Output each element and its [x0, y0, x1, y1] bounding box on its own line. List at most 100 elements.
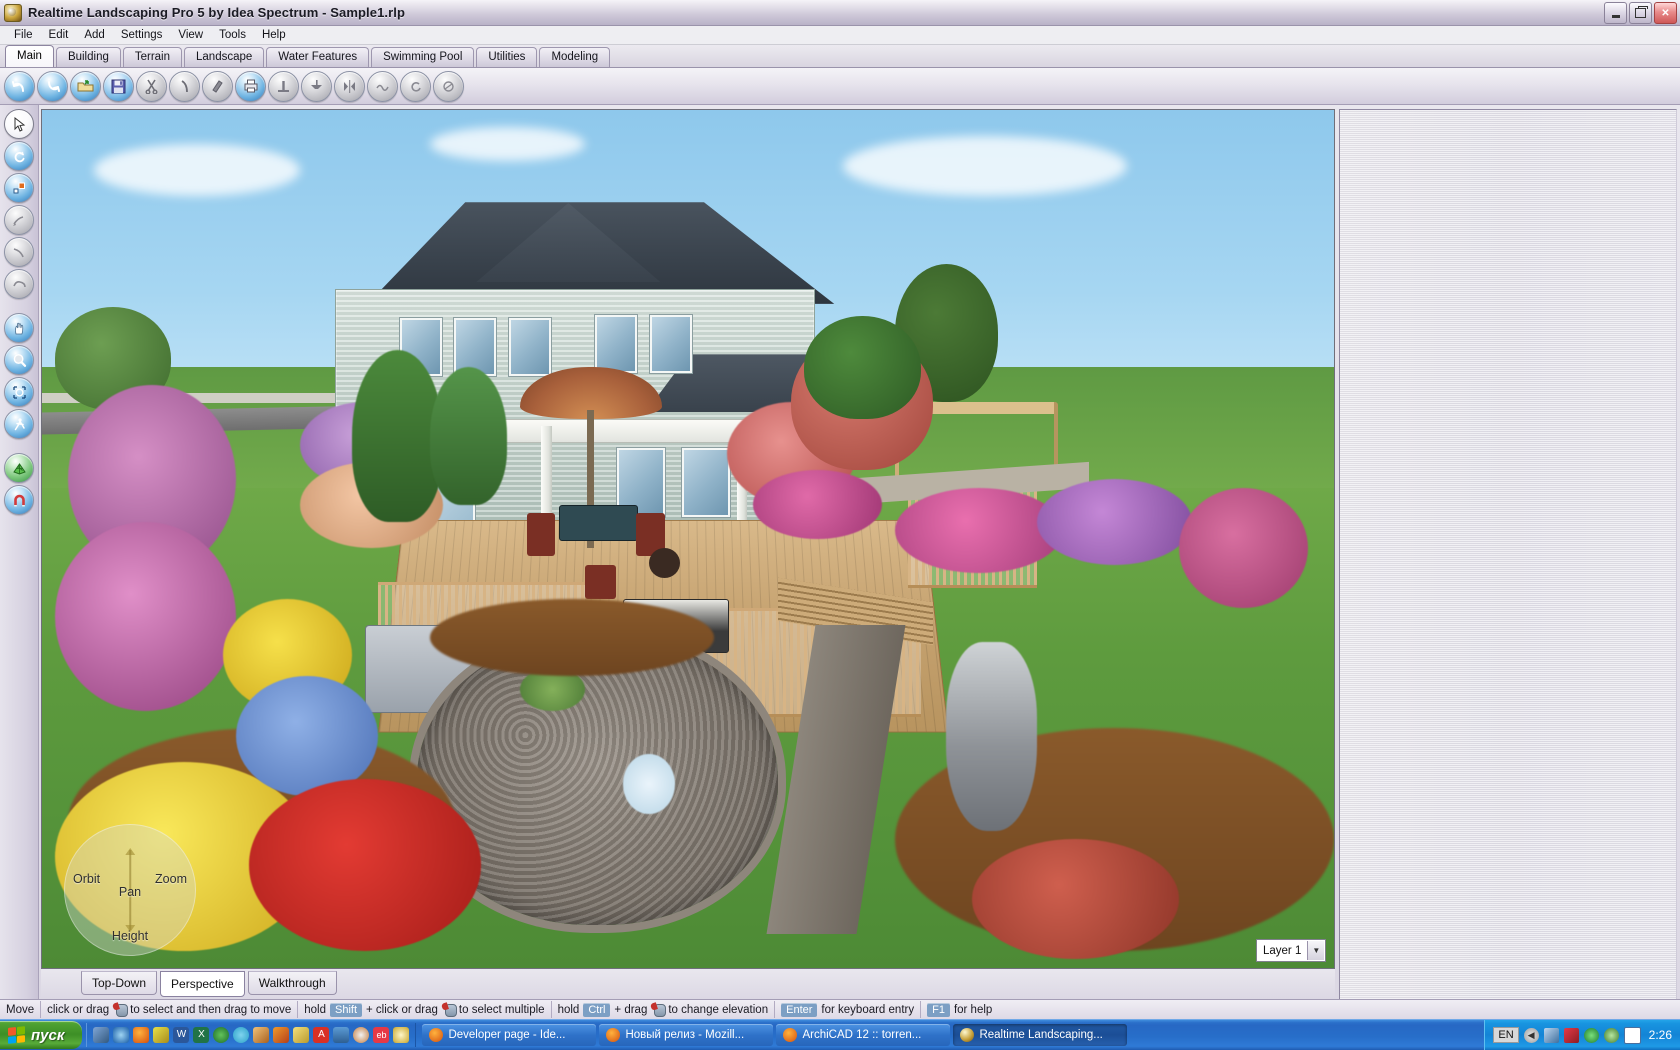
photo-icon[interactable]: [253, 1027, 270, 1043]
f1-key-badge: F1: [927, 1002, 950, 1017]
taskbar-window-archicad[interactable]: ArchiCAD 12 :: torren...: [776, 1024, 951, 1046]
view-tab-top-down[interactable]: Top-Down: [81, 971, 158, 995]
ebay-icon[interactable]: eb: [373, 1027, 390, 1043]
firefox-icon[interactable]: [133, 1027, 150, 1043]
nav-orbit-label[interactable]: Orbit: [73, 872, 100, 886]
3d-design-viewport[interactable]: Orbit Zoom Pan Height Layer 1 ▼: [41, 109, 1335, 969]
tab-water-features[interactable]: Water Features: [266, 47, 370, 67]
mail-icon[interactable]: [1623, 1026, 1641, 1044]
patio-chair[interactable]: [526, 513, 555, 557]
restore-icon[interactable]: [1629, 2, 1652, 24]
usb-icon[interactable]: [333, 1027, 350, 1043]
red-roses[interactable]: [248, 779, 482, 951]
select-arrow-icon[interactable]: [4, 109, 34, 139]
taskbar-window-label: Realtime Landscaping...: [979, 1029, 1103, 1041]
navigation-wheel[interactable]: Orbit Zoom Pan Height: [64, 824, 196, 956]
patio-chair[interactable]: [584, 564, 616, 600]
chevron-down-icon[interactable]: ▼: [1307, 941, 1325, 960]
notes-icon[interactable]: [293, 1027, 310, 1043]
coleus-bed[interactable]: [972, 839, 1179, 960]
tab-landscape[interactable]: Landscape: [184, 47, 265, 67]
menu-file[interactable]: File: [6, 27, 41, 44]
network-icon[interactable]: [1543, 1027, 1559, 1043]
walk-icon[interactable]: [4, 409, 34, 439]
menu-add[interactable]: Add: [76, 27, 112, 44]
orbit-icon[interactable]: [4, 377, 34, 407]
resize-object-icon[interactable]: [4, 173, 34, 203]
paint-icon[interactable]: [353, 1027, 370, 1043]
view-tab-walkthrough[interactable]: Walkthrough: [247, 971, 337, 995]
media-icon[interactable]: [153, 1027, 170, 1043]
shrub-column[interactable]: [429, 367, 508, 505]
flowering-shrub[interactable]: [54, 521, 236, 711]
flowering-shrub[interactable]: [1036, 478, 1192, 565]
player-icon[interactable]: [213, 1027, 230, 1043]
fountain-spray[interactable]: [623, 753, 676, 814]
word-icon[interactable]: W: [173, 1027, 190, 1043]
tab-swimming-pool[interactable]: Swimming Pool: [371, 47, 475, 67]
tab-utilities[interactable]: Utilities: [476, 47, 538, 67]
nav-height-label[interactable]: Height: [112, 929, 148, 943]
internet-explorer-icon[interactable]: [113, 1027, 130, 1043]
undo-icon[interactable]: [4, 70, 35, 102]
scale-icon: [433, 70, 464, 102]
nav-zoom-label[interactable]: Zoom: [155, 872, 187, 886]
window: [595, 314, 638, 373]
menu-edit[interactable]: Edit: [41, 27, 77, 44]
grid-icon[interactable]: [4, 453, 34, 483]
tab-terrain[interactable]: Terrain: [122, 47, 183, 67]
start-button[interactable]: пуск: [0, 1021, 83, 1049]
clock-widget-icon[interactable]: [393, 1027, 410, 1043]
nav-pan-label[interactable]: Pan: [119, 885, 141, 899]
tab-modeling[interactable]: Modeling: [539, 47, 611, 67]
rotate-object-icon[interactable]: [4, 141, 34, 171]
language-indicator[interactable]: EN: [1493, 1027, 1519, 1043]
right-properties-panel[interactable]: [1339, 109, 1677, 999]
layer-selector-value: Layer 1: [1263, 944, 1302, 957]
taskbar-window-developer-page[interactable]: Developer page - Ide...: [422, 1024, 597, 1046]
magnet-icon[interactable]: [4, 485, 34, 515]
zoom-icon[interactable]: [4, 345, 34, 375]
chevron-left-icon[interactable]: ◀: [1523, 1027, 1539, 1043]
green-shield-icon[interactable]: [1603, 1027, 1619, 1043]
patio-table[interactable]: [558, 504, 639, 541]
autocad-icon[interactable]: [273, 1027, 290, 1043]
layer-selector[interactable]: Layer 1 ▼: [1256, 939, 1326, 962]
tab-building[interactable]: Building: [55, 47, 121, 67]
left-tool-rail: [0, 105, 39, 999]
menu-settings[interactable]: Settings: [113, 27, 171, 44]
utility-icon[interactable]: [233, 1027, 250, 1043]
taskbar-window-realtime-landscaping[interactable]: Realtime Landscaping...: [953, 1024, 1128, 1046]
show-desktop-icon[interactable]: [93, 1027, 110, 1043]
minimize-icon[interactable]: [1604, 2, 1627, 24]
evergreen-tree[interactable]: [804, 315, 921, 419]
tab-main[interactable]: Main: [5, 45, 54, 67]
taskbar-window-novyi-reliz[interactable]: Новый релиз - Mozill...: [599, 1024, 774, 1046]
window-controls: ✕: [1604, 2, 1677, 24]
flowering-shrub[interactable]: [752, 470, 882, 539]
excel-icon[interactable]: X: [193, 1027, 210, 1043]
menu-help[interactable]: Help: [254, 27, 294, 44]
save-icon[interactable]: [103, 70, 134, 102]
app-logo-icon: [960, 1028, 975, 1042]
planter-urn[interactable]: [649, 547, 681, 578]
pan-hand-icon[interactable]: [4, 313, 34, 343]
hint-text: + click or drag: [366, 1003, 438, 1016]
power-icon[interactable]: [1583, 1027, 1599, 1043]
rock-fountain[interactable]: [946, 641, 1037, 831]
view-tab-perspective[interactable]: Perspective: [160, 971, 245, 997]
shrub-column[interactable]: [352, 350, 443, 522]
flowering-shrub[interactable]: [1178, 487, 1309, 608]
open-folder-icon[interactable]: [70, 70, 101, 102]
menu-view[interactable]: View: [170, 27, 211, 44]
acrobat-icon[interactable]: A: [313, 1027, 330, 1043]
close-icon[interactable]: ✕: [1654, 2, 1677, 24]
redo-icon[interactable]: [37, 70, 68, 102]
menu-tools[interactable]: Tools: [211, 27, 254, 44]
nod32-icon[interactable]: [1563, 1027, 1579, 1043]
status-hint-keyboard: Enter for keyboard entry: [775, 1001, 922, 1018]
print-icon[interactable]: [235, 70, 266, 102]
taskbar-clock[interactable]: 2:26: [1649, 1028, 1672, 1042]
window: [508, 318, 551, 377]
rotate-icon: [400, 70, 431, 102]
